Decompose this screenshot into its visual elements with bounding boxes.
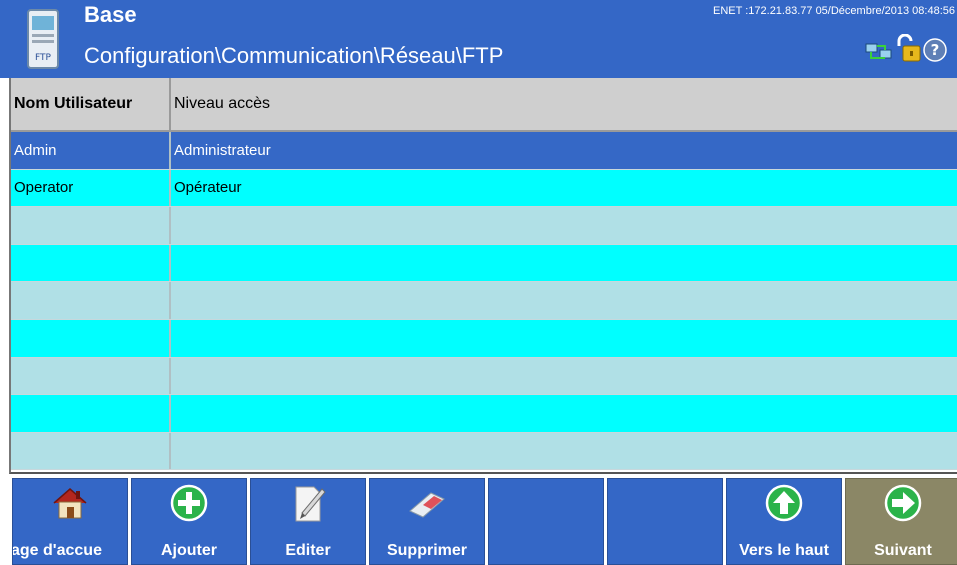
cell-access-level xyxy=(169,207,957,244)
arrow-right-circle-icon xyxy=(884,484,922,522)
cell-user: Admin xyxy=(14,141,57,159)
status-text: ENET :172.21.83.77 05/Décembre/2013 08:4… xyxy=(713,5,955,17)
table-row[interactable] xyxy=(11,432,957,471)
pencil-paper-icon xyxy=(295,486,326,522)
home-button-label: age d'accue xyxy=(13,542,102,559)
breadcrumb: Configuration\Communication\Réseau\FTP xyxy=(84,43,504,68)
home-icon xyxy=(53,488,87,519)
empty-softkey-1[interactable] xyxy=(488,478,604,565)
cell-user: Operator xyxy=(14,179,74,197)
cell-access-level: Administrateur xyxy=(169,132,957,169)
cell-access-level xyxy=(169,432,957,470)
add-button-label: Ajouter xyxy=(161,542,217,559)
cell-access-level xyxy=(169,282,957,319)
users-table: Nom Utilisateur Niveau accès Admin Admin… xyxy=(9,78,957,474)
cell-access-level: Opérateur xyxy=(169,169,957,207)
cell-user xyxy=(11,320,169,357)
table-row[interactable]: Admin Administrateur xyxy=(11,132,957,170)
cell-access-level xyxy=(169,244,957,282)
column-header-access-level[interactable]: Niveau accès xyxy=(169,78,957,130)
svg-text:FTP: FTP xyxy=(35,53,52,63)
edit-button-label: Editer xyxy=(285,542,331,559)
table-row[interactable] xyxy=(11,357,957,396)
svg-text:?: ? xyxy=(931,41,940,59)
cell-access-level xyxy=(169,357,957,395)
cell-user xyxy=(11,395,169,432)
empty-softkey-2[interactable] xyxy=(607,478,723,565)
arrow-up-circle-icon xyxy=(765,484,803,522)
table-header: Nom Utilisateur Niveau accès xyxy=(11,78,957,132)
table-row[interactable] xyxy=(11,244,957,283)
table-row[interactable] xyxy=(11,282,957,320)
move-up-button-label: Vers le haut xyxy=(739,542,829,559)
next-button-label: Suivant xyxy=(874,542,932,559)
page-title: Base xyxy=(84,2,137,27)
table-row[interactable] xyxy=(11,207,957,245)
cell-user xyxy=(11,358,169,395)
add-button[interactable]: Ajouter xyxy=(131,478,247,565)
cell-access-level xyxy=(169,395,957,432)
header-bar: FTP Base Configuration\Communication\Rés… xyxy=(0,0,957,78)
delete-button-label: Supprimer xyxy=(386,542,467,559)
next-button[interactable]: Suivant xyxy=(845,478,957,565)
move-up-button[interactable]: Vers le haut xyxy=(726,478,842,565)
ftp-document-icon: FTP xyxy=(27,9,59,69)
softkey-toolbar: age d'accue Ajouter Editer Supprimer Ver… xyxy=(0,476,957,565)
cell-user xyxy=(11,245,169,282)
table-row[interactable] xyxy=(11,319,957,358)
home-button[interactable]: age d'accue xyxy=(12,478,128,565)
column-header-user[interactable]: Nom Utilisateur xyxy=(11,78,169,130)
table-body: Admin Administrateur Operator Opérateur xyxy=(11,132,957,471)
edit-button[interactable]: Editer xyxy=(250,478,366,565)
eraser-icon xyxy=(409,492,445,518)
table-row[interactable]: Operator Opérateur xyxy=(11,169,957,208)
network-icon xyxy=(865,43,892,59)
plus-circle-icon xyxy=(170,484,208,522)
unlocked-padlock-icon xyxy=(897,34,921,62)
status-icons: ? xyxy=(865,32,947,62)
table-row[interactable] xyxy=(11,395,957,433)
cell-user xyxy=(11,282,169,319)
help-icon[interactable]: ? xyxy=(923,38,947,62)
delete-button[interactable]: Supprimer xyxy=(369,478,485,565)
cell-access-level xyxy=(169,319,957,357)
cell-user xyxy=(11,207,169,244)
cell-user xyxy=(11,433,169,470)
